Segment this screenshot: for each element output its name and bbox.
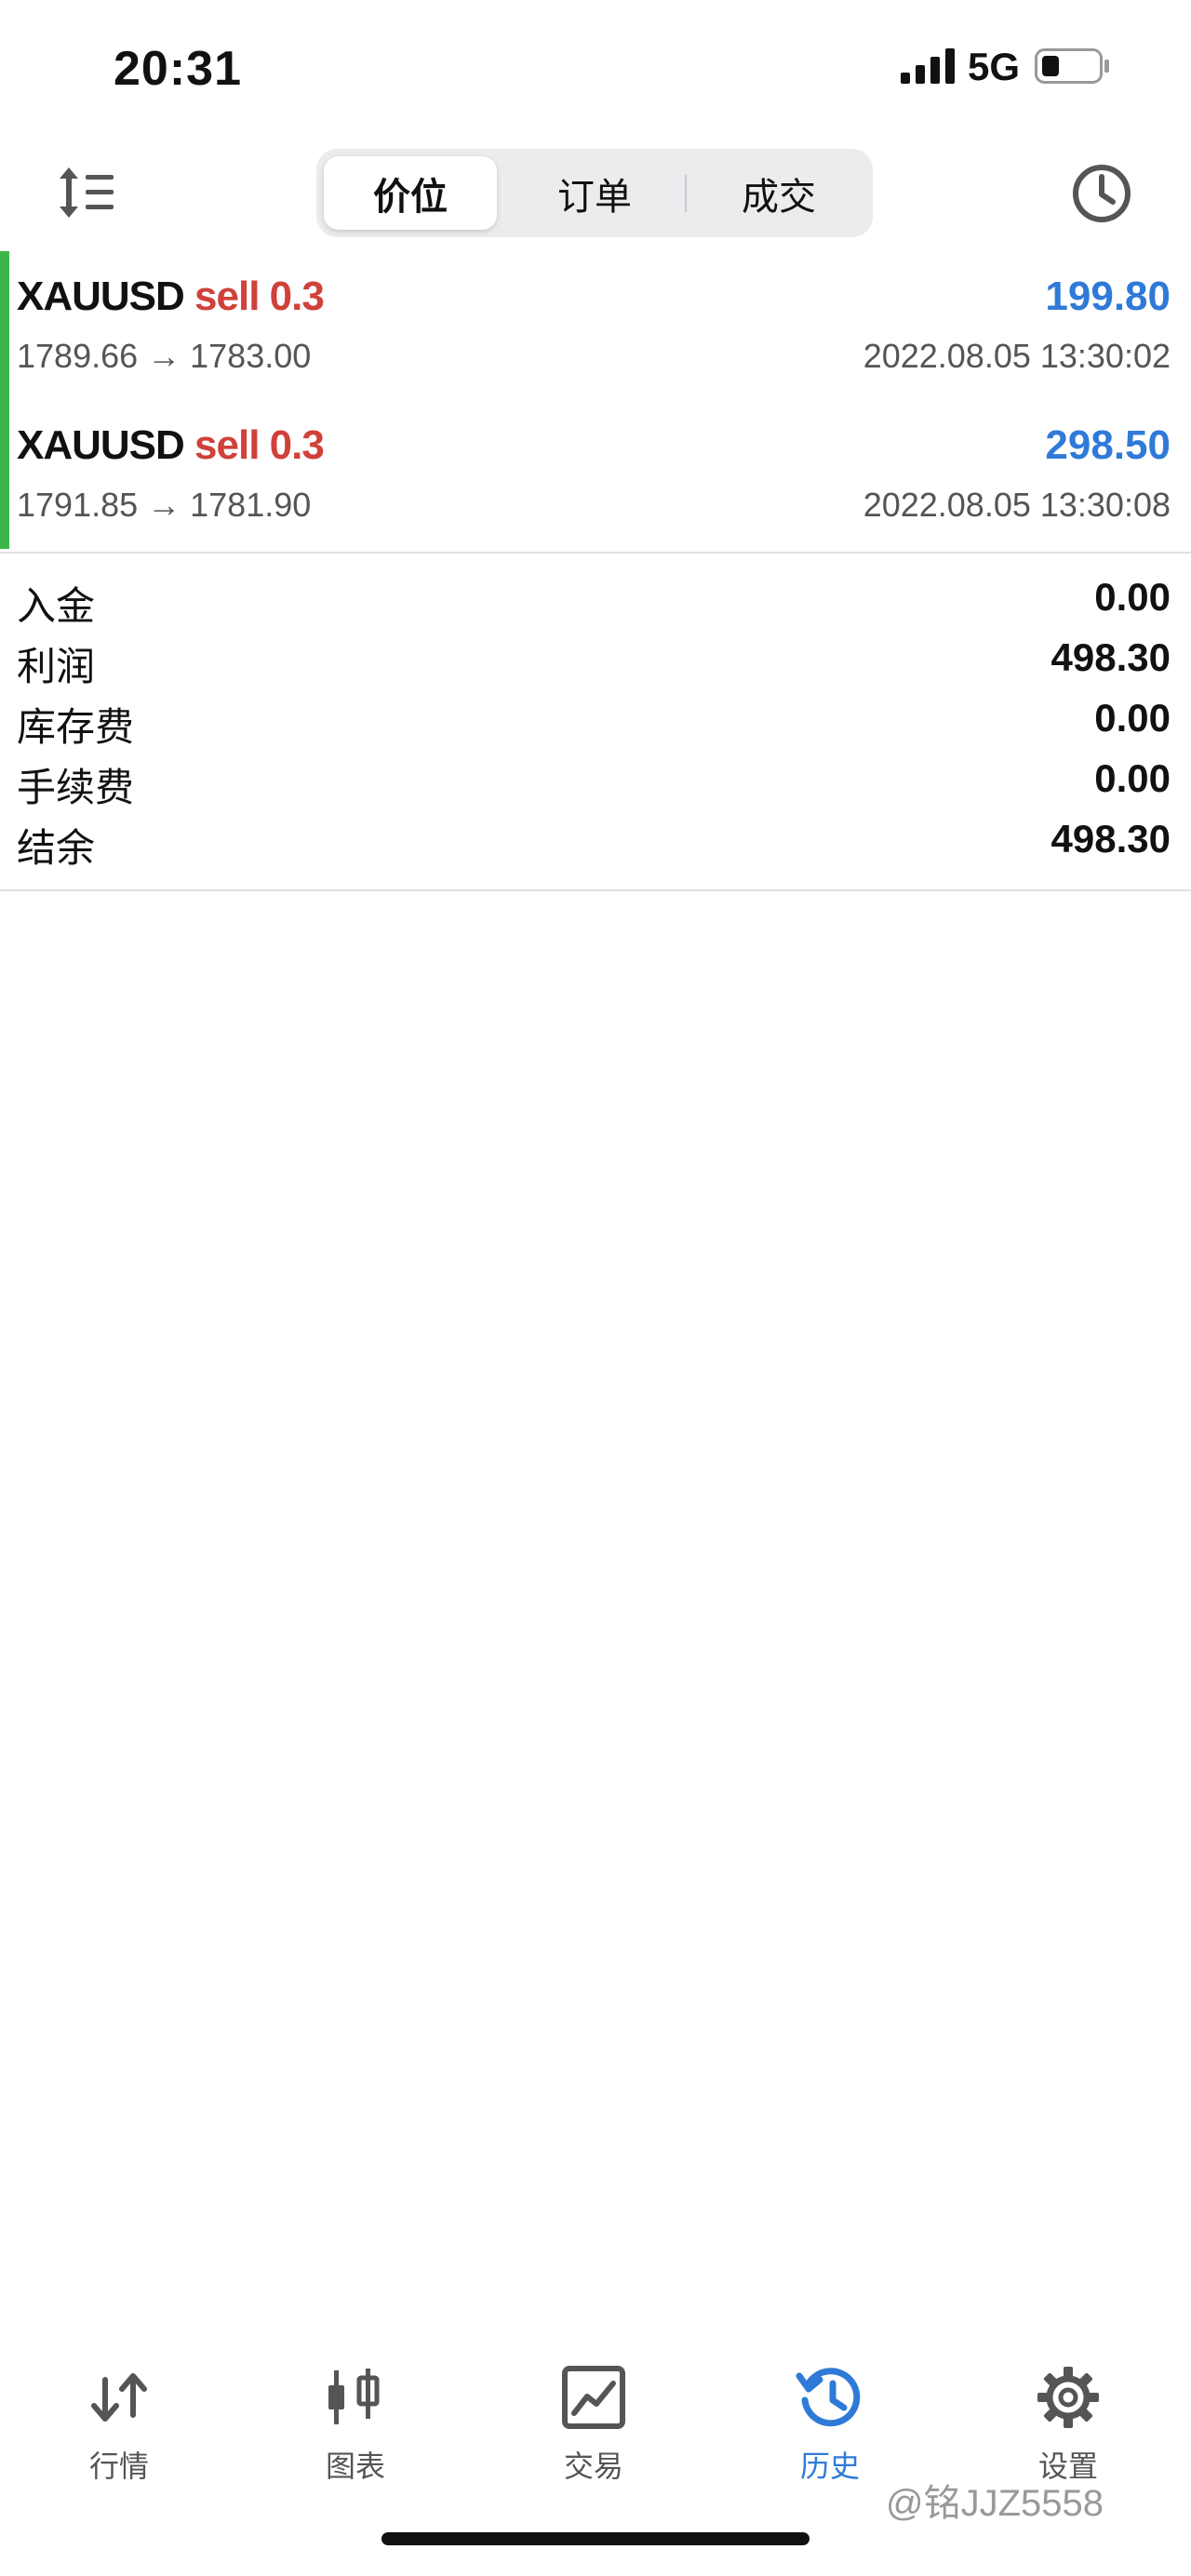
summary-value: 0.00 [1094, 575, 1171, 619]
segmented-control: 价位 订单 成交 [316, 149, 873, 237]
summary-label: 结余 [17, 826, 96, 870]
summary-value: 0.00 [1094, 756, 1171, 800]
summary-value: 498.30 [1050, 817, 1171, 861]
segment-deals[interactable]: 成交 [692, 156, 865, 230]
summary-row-deposit: 入金 0.00 [0, 571, 1191, 633]
history-clock-icon [796, 2368, 861, 2427]
summary-divider [0, 889, 1191, 891]
network-type: 5G [968, 45, 1021, 88]
trade-timestamp: 2022.08.05 13:30:08 [863, 486, 1171, 524]
trade-title: XAUUSD sell 0.3 [17, 422, 325, 469]
summary-label: 入金 [17, 584, 96, 628]
tab-quotes[interactable]: 行情 [26, 2363, 212, 2503]
summary-value: 0.00 [1094, 696, 1171, 740]
trade-side: sell 0.3 [194, 274, 325, 319]
tab-label: 交易 [563, 2449, 623, 2483]
summary-label: 库存费 [17, 705, 135, 749]
history-toolbar: 价位 订单 成交 [0, 140, 1191, 247]
trade-timestamp: 2022.08.05 13:30:02 [863, 337, 1171, 375]
segment-orders[interactable]: 订单 [508, 156, 681, 230]
summary-row-swap: 库存费 0.00 [0, 692, 1191, 754]
sort-icon[interactable] [54, 160, 119, 225]
summary-row-commission: 手续费 0.00 [0, 753, 1191, 814]
home-indicator[interactable] [381, 2532, 810, 2545]
summary-row-profit: 利润 498.30 [0, 632, 1191, 693]
status-bar: 20:31 5G [0, 0, 1191, 130]
trade-profit: 199.80 [1045, 274, 1171, 319]
trade-title: XAUUSD sell 0.3 [17, 274, 325, 320]
summary-row-balance: 结余 498.30 [0, 813, 1191, 874]
tab-label: 行情 [88, 2449, 149, 2483]
trade-prices: 1791.85 → 1781.90 [17, 486, 312, 524]
trade-list: XAUUSD sell 0.3 199.80 1789.66 → 1783.00… [0, 249, 1191, 552]
gear-icon [1037, 2367, 1099, 2428]
trade-symbol: XAUUSD [17, 274, 185, 319]
trade-chart-icon [562, 2366, 625, 2429]
summary-label: 利润 [17, 645, 96, 688]
trade-prices: 1789.66 → 1783.00 [17, 337, 312, 375]
cellular-signal-icon [901, 48, 955, 84]
status-time: 20:31 [114, 42, 242, 96]
list-divider [0, 552, 1191, 554]
tab-trade[interactable]: 交易 [501, 2363, 687, 2503]
clock-icon[interactable] [1068, 160, 1135, 227]
tab-charts[interactable]: 图表 [262, 2363, 448, 2503]
trade-profit: 298.50 [1045, 422, 1171, 468]
candlestick-chart-icon [328, 2369, 380, 2424]
trade-symbol: XAUUSD [17, 422, 185, 468]
trade-row[interactable]: XAUUSD sell 0.3 199.80 1789.66 → 1783.00… [0, 249, 1191, 398]
watermark: @铭JJZ5558 [886, 2483, 1104, 2524]
trade-row[interactable]: XAUUSD sell 0.3 298.50 1791.85 → 1781.90… [0, 398, 1191, 547]
summary-label: 手续费 [17, 766, 135, 809]
summary-value: 498.30 [1050, 635, 1171, 679]
segment-positions[interactable]: 价位 [324, 156, 497, 230]
quotes-arrows-icon [91, 2373, 147, 2422]
tab-label: 图表 [325, 2449, 385, 2483]
battery-icon [1035, 48, 1109, 84]
segment-divider [685, 175, 687, 212]
trade-side: sell 0.3 [194, 422, 325, 468]
